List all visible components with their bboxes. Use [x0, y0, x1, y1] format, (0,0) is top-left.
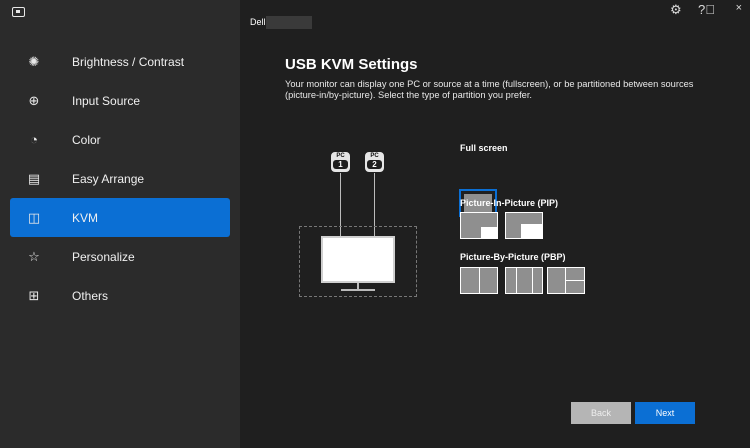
pc-tag-label: PC [370, 153, 379, 159]
star-icon: ☆ [28, 248, 40, 264]
pbp-divider [565, 280, 584, 281]
gear-icon[interactable]: ⚙ [670, 2, 682, 18]
sidebar-nav: ✺ Brightness / Contrast ⊕ Input Source ◔… [0, 42, 240, 315]
sidebar-item-label: Input Source [72, 93, 141, 108]
sidebar-item-label: Personalize [72, 249, 135, 264]
easy-arrange-icon: ▤ [27, 170, 41, 186]
next-button[interactable]: Next [635, 402, 695, 424]
pip-window [521, 224, 542, 238]
sidebar: ✺ Brightness / Contrast ⊕ Input Source ◔… [0, 0, 240, 448]
sidebar-item-label: Others [72, 288, 109, 303]
pc-tag-label: PC [336, 153, 345, 159]
sidebar-item-label: Brightness / Contrast [72, 54, 185, 69]
main-panel: USB KVM Settings Your monitor can displa… [240, 30, 750, 448]
back-button[interactable]: Back [571, 402, 631, 424]
page-description: Your monitor can display one PC or sourc… [285, 79, 694, 100]
pc-1-tag: PC 1 [331, 152, 350, 172]
monitor-app-icon [12, 7, 25, 17]
layout-pip-bottom-right[interactable] [460, 212, 498, 239]
monitor-base [341, 289, 375, 291]
pc-tag-number: 2 [367, 160, 382, 169]
full-screen-label: Full screen [460, 143, 508, 153]
page-title: USB KVM Settings [285, 56, 418, 73]
pip-label: Picture-In-Picture (PIP) [460, 198, 559, 208]
layout-pbp-3[interactable] [505, 267, 543, 294]
title-bar: Dell ⚙ ?⃝ × [240, 0, 750, 30]
pc-tag-number: 1 [333, 160, 348, 169]
monitor-illustration [321, 236, 395, 283]
help-icon[interactable]: ?⃝ [698, 2, 715, 17]
sidebar-item-easy-arrange[interactable]: ▤ Easy Arrange [10, 159, 230, 198]
input-source-icon: ⊕ [28, 92, 40, 108]
sidebar-item-others[interactable]: ⊞ Others [10, 276, 230, 315]
color-palette-icon: ◔ [30, 132, 38, 147]
sidebar-item-color[interactable]: ◔ Color [10, 120, 230, 159]
others-icon: ⊞ [28, 287, 40, 303]
layout-pbp-2[interactable] [460, 267, 498, 294]
sidebar-item-label: Easy Arrange [72, 171, 145, 186]
sidebar-item-kvm[interactable]: ◫ KVM [10, 198, 230, 237]
sidebar-item-label: Color [72, 132, 101, 147]
pbp-divider [516, 268, 517, 293]
monitor-name-box [266, 16, 312, 29]
sidebar-item-input-source[interactable]: ⊕ Input Source [10, 81, 230, 120]
sidebar-item-brightness-contrast[interactable]: ✺ Brightness / Contrast [10, 42, 230, 81]
pbp-label: Picture-By-Picture (PBP) [460, 252, 566, 262]
layout-pbp-4[interactable] [547, 267, 585, 294]
layout-pip-large[interactable] [505, 212, 543, 239]
pc-2-tag: PC 2 [365, 152, 384, 172]
window-title: Dell [250, 17, 266, 27]
close-icon[interactable]: × [736, 2, 742, 14]
sidebar-item-personalize[interactable]: ☆ Personalize [10, 237, 230, 276]
pbp-divider [532, 268, 533, 293]
pip-window [481, 227, 497, 238]
kvm-icon: ◫ [27, 209, 41, 225]
sidebar-item-label: KVM [72, 210, 99, 225]
pbp-divider [479, 268, 480, 293]
brightness-icon: ✺ [28, 53, 40, 69]
